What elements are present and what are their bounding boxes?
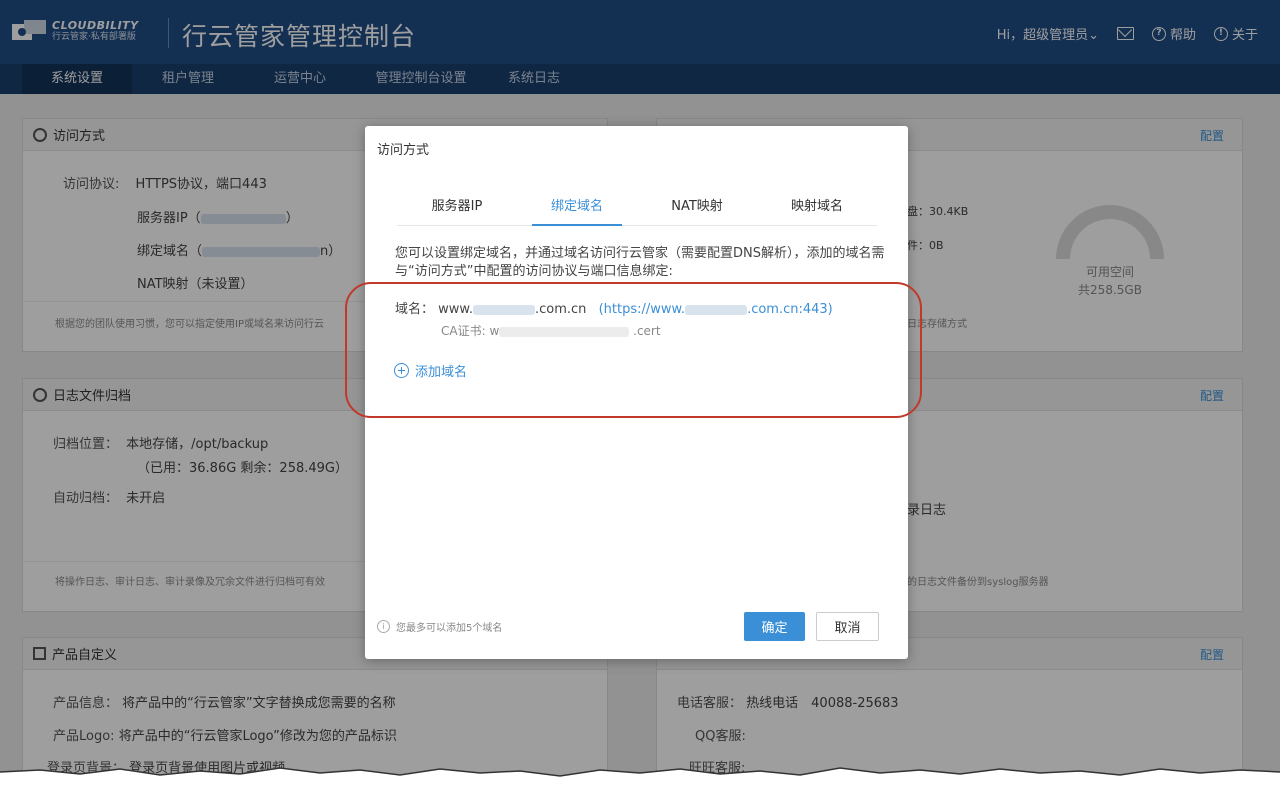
tab-bind-domain[interactable]: 绑定域名 <box>517 198 637 226</box>
dialog-tabs: 服务器IP 绑定域名 NAT映射 映射域名 <box>397 198 877 226</box>
torn-edge-decoration <box>0 767 1280 795</box>
confirm-button[interactable]: 确定 <box>744 612 805 641</box>
tab-mapped-domain[interactable]: 映射域名 <box>757 198 877 225</box>
info-icon: i <box>377 620 390 633</box>
domain-limit-text: 您最多可以添加5个域名 <box>396 623 503 634</box>
domain-limit-tip: i 您最多可以添加5个域名 <box>377 619 502 634</box>
annotation-highlight <box>345 282 922 418</box>
cancel-button[interactable]: 取消 <box>816 612 879 641</box>
bind-domain-description: 您可以设置绑定域名，并通过域名访问行云管家（需要配置DNS解析），添加的域名需与… <box>395 246 885 279</box>
dialog-title: 访问方式 <box>377 143 430 158</box>
tab-server-ip[interactable]: 服务器IP <box>397 198 517 225</box>
tab-nat-mapping[interactable]: NAT映射 <box>637 198 757 225</box>
